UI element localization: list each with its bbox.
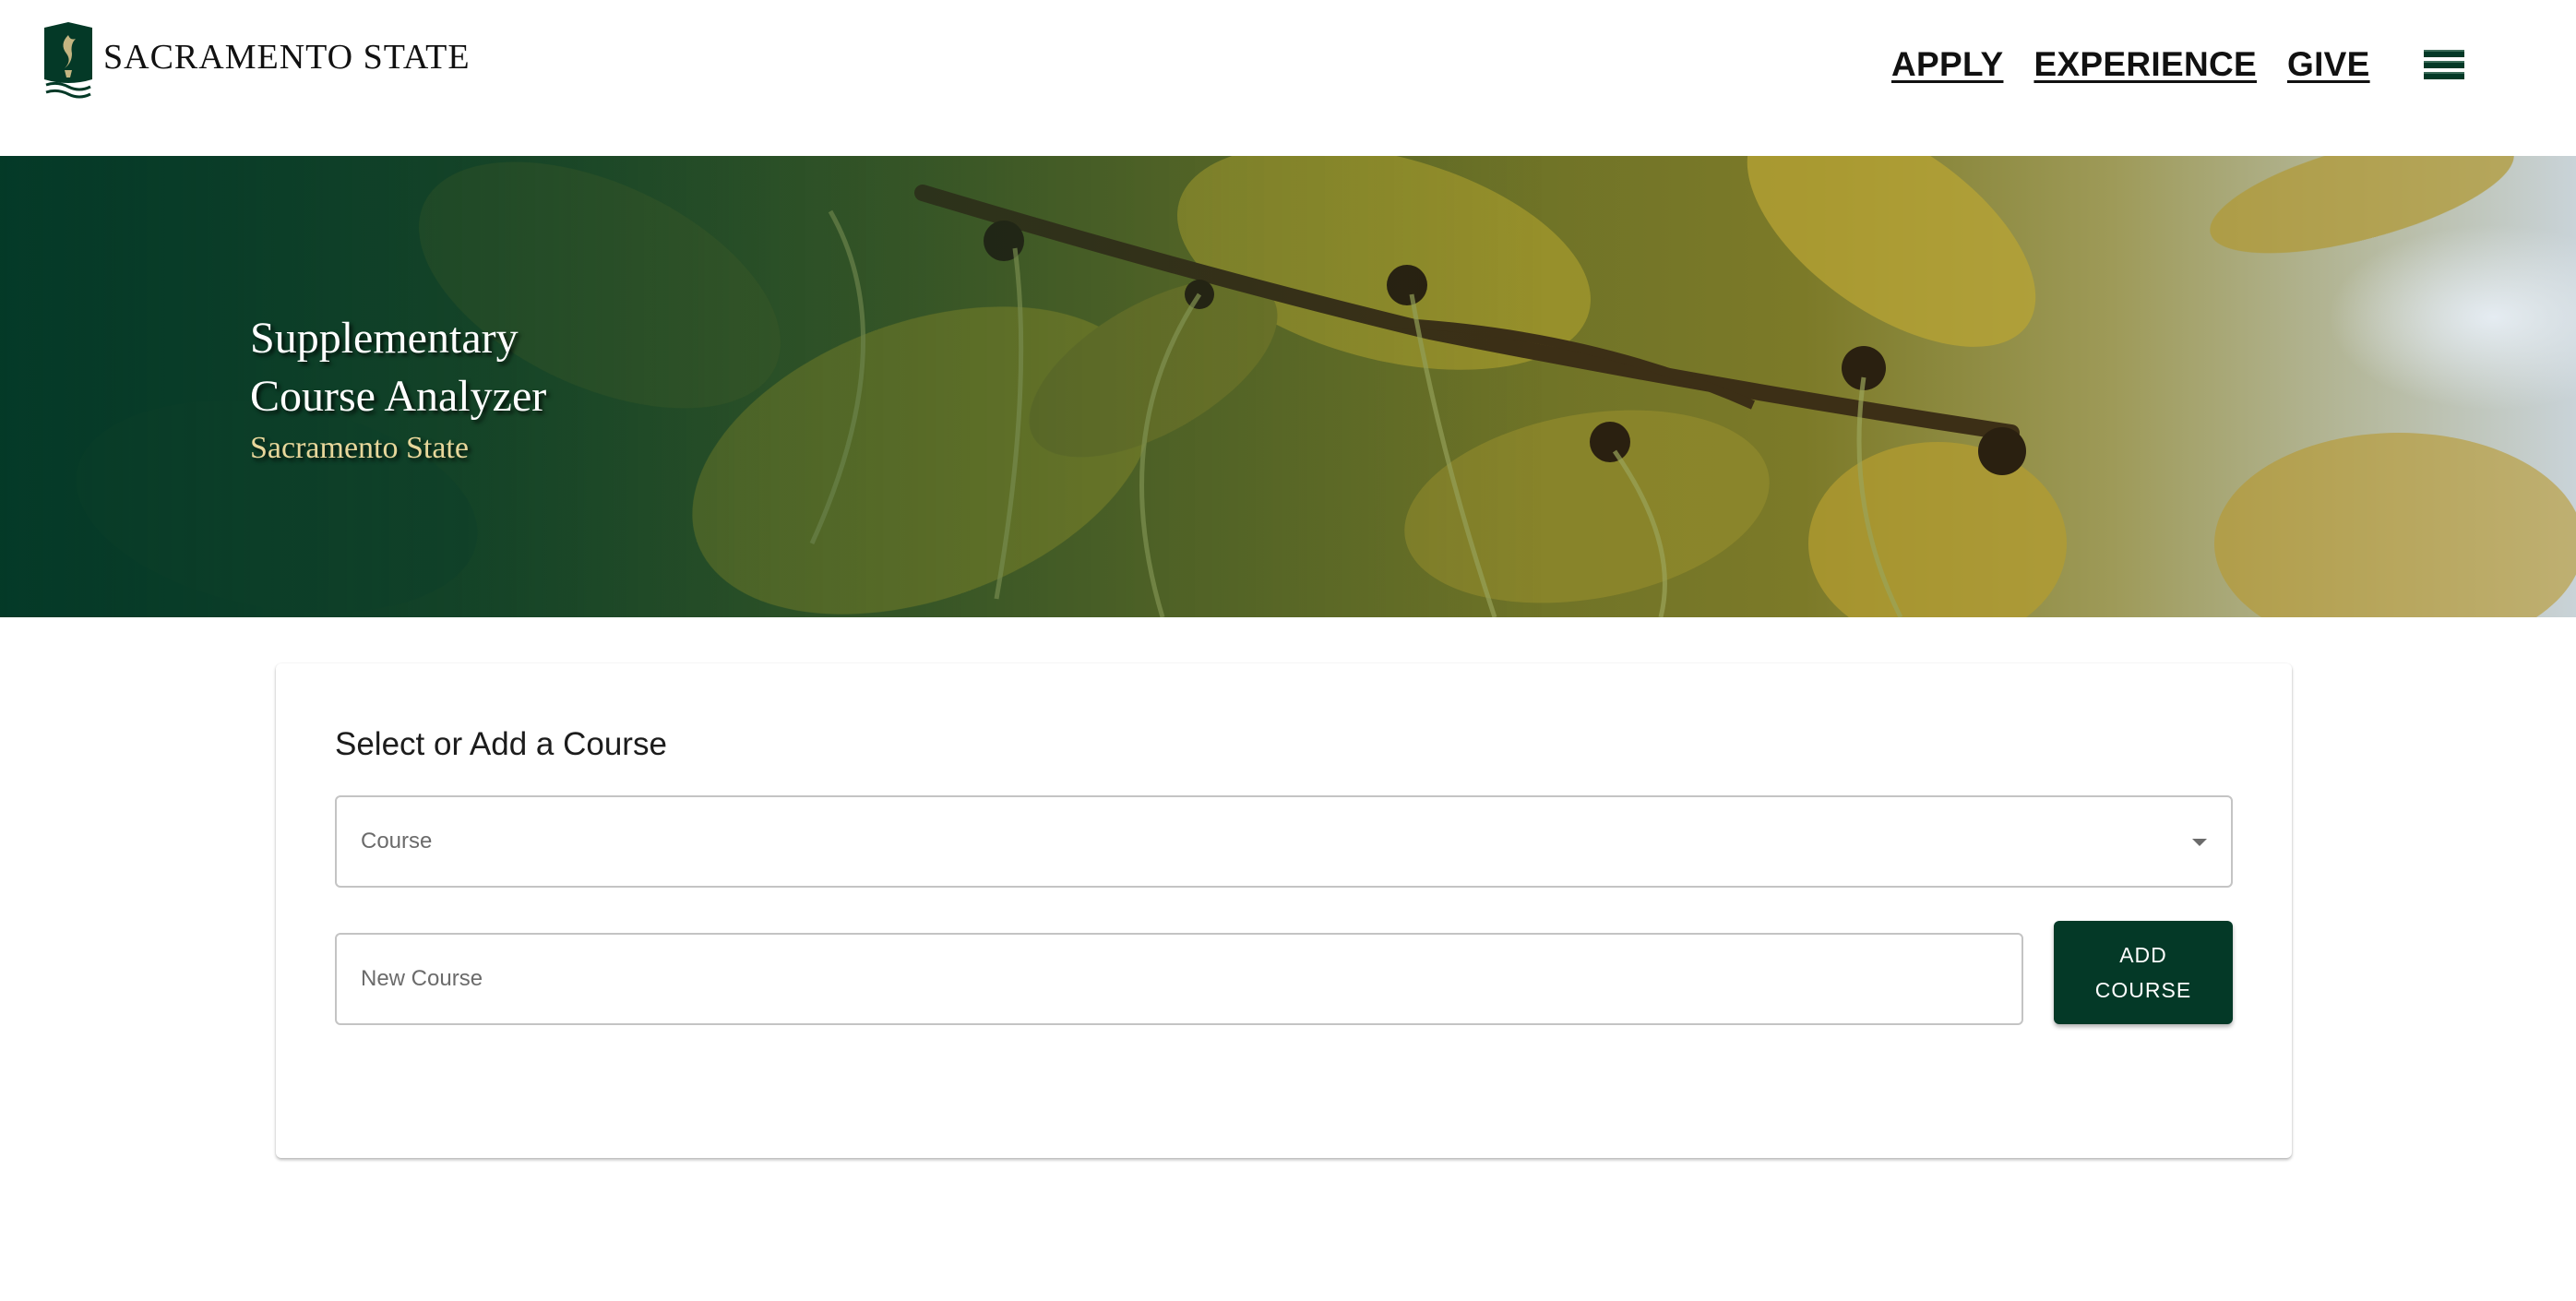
menu-bar <box>2423 61 2464 68</box>
main-nav: APPLY EXPERIENCE GIVE <box>1891 42 2464 87</box>
hamburger-menu-icon[interactable] <box>2423 50 2464 79</box>
menu-bar <box>2423 50 2464 57</box>
hero-text: Supplementary Course Analyzer Sacramento… <box>250 309 619 466</box>
nav-experience-link[interactable]: EXPERIENCE <box>2033 45 2257 84</box>
page-title: Supplementary Course Analyzer <box>250 314 547 421</box>
add-course-button[interactable]: ADD COURSE <box>2054 921 2233 1024</box>
course-form-card: Select or Add a Course Course ADD COURSE <box>276 663 2292 1158</box>
menu-bar <box>2423 72 2464 79</box>
caret-down-icon <box>2192 839 2207 846</box>
course-select-label: Course <box>361 829 433 853</box>
course-select[interactable]: Course <box>335 795 2233 888</box>
new-course-input[interactable] <box>337 935 2021 1023</box>
hornet-shield-icon <box>44 22 92 99</box>
hero-banner: Supplementary Course Analyzer Sacramento… <box>0 156 2576 617</box>
page-subtitle: Sacramento State <box>250 431 469 465</box>
brand-name: SACRAMENTO STATE <box>103 38 471 77</box>
site-header: SACRAMENTO STATE APPLY EXPERIENCE GIVE <box>0 0 2576 156</box>
nav-apply-link[interactable]: APPLY <box>1891 45 2003 84</box>
nav-give-link[interactable]: GIVE <box>2287 45 2370 84</box>
card-heading: Select or Add a Course <box>335 726 667 762</box>
new-course-field <box>335 933 2023 1025</box>
sac-state-logo[interactable]: SACRAMENTO STATE <box>44 22 471 100</box>
